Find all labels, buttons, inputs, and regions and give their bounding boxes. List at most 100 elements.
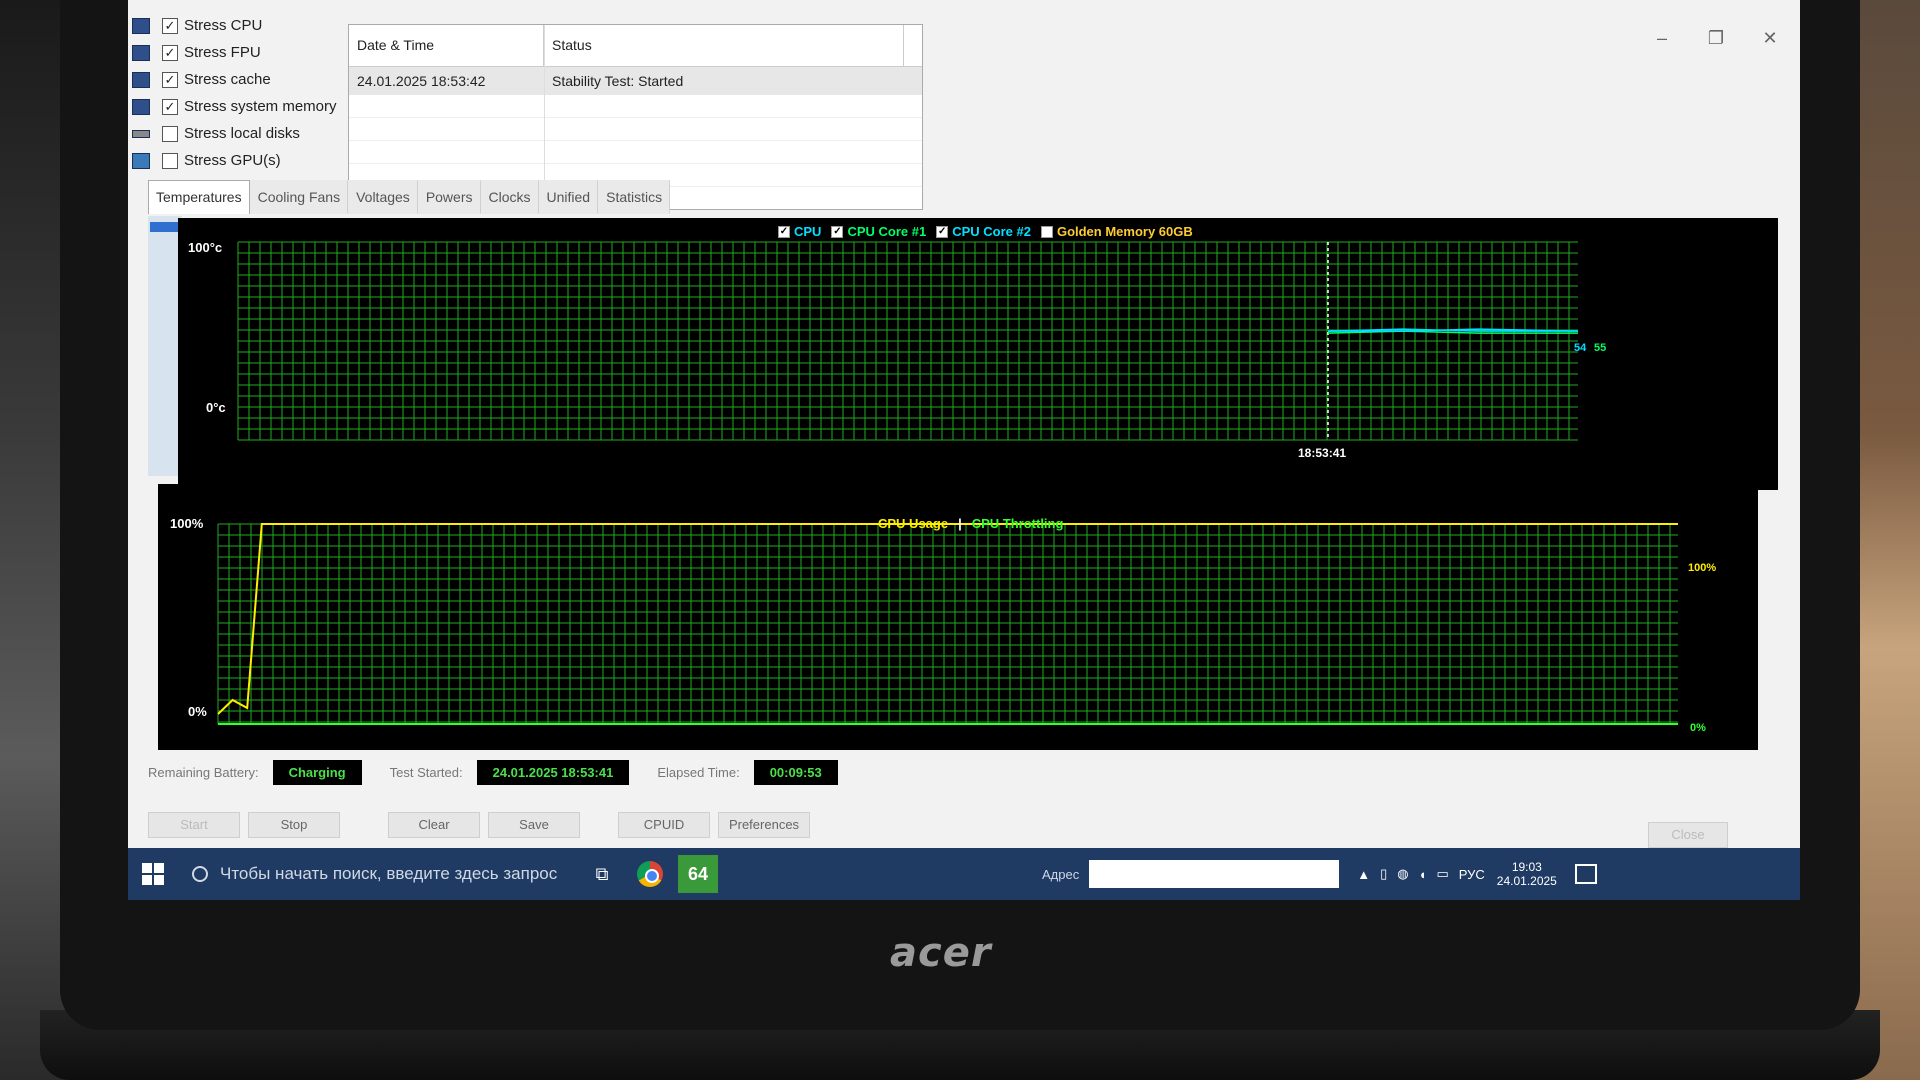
preferences-button[interactable]: Preferences [718, 812, 810, 838]
cache-icon [132, 71, 150, 88]
temperature-value-1: 54 [1574, 342, 1587, 354]
battery-icon[interactable]: ▭ [1436, 866, 1448, 882]
sensor-tree-selection[interactable] [150, 222, 180, 232]
temperature-value-2: 55 [1594, 342, 1607, 354]
clock-time: 19:03 [1511, 860, 1542, 874]
legend-separator: | [958, 516, 962, 531]
taskbar-search[interactable]: Чтобы начать поиск, введите здесь запрос [178, 848, 578, 900]
tab-unified[interactable]: Unified [538, 180, 599, 214]
stress-cache-label: Stress cache [184, 71, 271, 88]
language-indicator[interactable]: РУС [1459, 867, 1485, 882]
cpu-icon [132, 17, 150, 34]
stress-cache-checkbox[interactable]: ✓ [162, 71, 178, 88]
temperature-plot [237, 241, 1579, 441]
tab-voltages[interactable]: Voltages [348, 180, 418, 214]
laptop-logo: acer [890, 930, 992, 976]
stress-memory-option[interactable]: ✓ Stress system memory [132, 93, 352, 120]
status-bar: Remaining Battery: Charging Test Started… [148, 760, 866, 785]
search-icon [192, 866, 208, 882]
network-icon[interactable]: ◍ [1397, 866, 1408, 882]
elapsed-label: Elapsed Time: [657, 765, 740, 780]
fpu-icon [132, 44, 150, 61]
memory-icon [132, 98, 150, 115]
test-started-label: Test Started: [389, 765, 463, 780]
stress-cpu-option[interactable]: ✓ Stress CPU [132, 12, 352, 39]
save-button[interactable]: Save [488, 812, 580, 838]
chrome-app[interactable] [626, 848, 674, 900]
legend-cpu-checkbox[interactable]: ✓ [778, 225, 790, 238]
stop-button[interactable]: Stop [248, 812, 340, 838]
clear-button[interactable]: Clear [388, 812, 480, 838]
start-button[interactable]: Start [148, 812, 240, 838]
volume-icon[interactable]: ◖ [1419, 867, 1427, 882]
gpu-icon [132, 152, 150, 169]
tray-expand-icon[interactable]: ▲ [1357, 867, 1370, 882]
close-dialog-button[interactable]: Close [1648, 822, 1728, 848]
cpu-usage-grid [217, 523, 1678, 724]
maximize-button[interactable]: ❐ [1706, 28, 1726, 49]
temperature-y-max: 100°c [188, 240, 223, 255]
start-button-windows[interactable] [128, 848, 178, 900]
temperature-graph: 100°c 0°c ✓ CPU ✓ CPU Core #1 ✓ CPU Core #2… [178, 218, 1778, 490]
legend-item-core2[interactable]: ✓ CPU Core #2 [936, 224, 1031, 239]
address-input[interactable] [1089, 860, 1340, 888]
aida64-app[interactable]: 64 [674, 848, 722, 900]
stress-cache-option[interactable]: ✓ Stress cache [132, 66, 352, 93]
legend-memory-label: Golden Memory 60GB [1056, 224, 1193, 239]
system-tray: ▲ ▯ ◍ ◖ ▭ РУС [1357, 866, 1485, 882]
stress-memory-checkbox[interactable]: ✓ [162, 98, 178, 115]
close-button[interactable]: ✕ [1760, 28, 1780, 49]
tab-statistics[interactable]: Statistics [598, 180, 671, 214]
legend-item-core1[interactable]: ✓ CPU Core #1 [831, 224, 926, 239]
search-placeholder: Чтобы начать поиск, введите здесь запрос [220, 864, 558, 883]
log-row-datetime: 24.01.2025 18:53:42 [357, 73, 486, 89]
log-header-datetime[interactable]: Date & Time [349, 25, 544, 66]
legend-cpu-label: CPU [794, 224, 822, 239]
log-row[interactable]: 24.01.2025 18:53:42 Stability Test: Star… [349, 67, 922, 95]
taskbar-clock[interactable]: 19:03 24.01.2025 [1497, 860, 1557, 888]
legend-cpu-usage: CPU Usage [878, 516, 949, 531]
minimize-button[interactable]: – [1652, 28, 1672, 49]
tab-powers[interactable]: Powers [417, 180, 481, 214]
stress-fpu-checkbox[interactable]: ✓ [162, 44, 178, 61]
aida64-icon: 64 [678, 855, 718, 893]
cpu-legend: CPU Usage | CPU Throttling [878, 516, 1063, 531]
legend-core1-label: CPU Core #1 [847, 224, 927, 239]
legend-memory-checkbox[interactable] [1040, 225, 1053, 238]
stress-cpu-checkbox[interactable]: ✓ [162, 17, 178, 34]
stress-cpu-label: Stress CPU [184, 17, 263, 34]
clock-date: 24.01.2025 [1496, 874, 1557, 888]
stress-fpu-label: Stress FPU [184, 44, 261, 61]
log-row-status: Stability Test: Started [552, 73, 684, 89]
legend-item-cpu[interactable]: ✓ CPU [778, 224, 821, 239]
notification-icon[interactable] [1574, 864, 1597, 884]
cpu-throttling-value: 0% [1690, 722, 1706, 734]
action-buttons: Start Stop Clear Save CPUID Preferences … [148, 812, 1728, 848]
tab-clocks[interactable]: Clocks [480, 180, 539, 214]
chrome-icon [637, 861, 663, 887]
legend-item-memory[interactable]: Golden Memory 60GB [1040, 224, 1193, 239]
usb-icon[interactable]: ▯ [1380, 866, 1387, 882]
cpu-series-line-1 [217, 523, 1678, 715]
stress-disks-option[interactable]: Stress local disks [132, 120, 352, 147]
stress-disks-checkbox[interactable] [162, 125, 178, 142]
tab-cooling-fans[interactable]: Cooling Fans [249, 180, 349, 214]
sensor-tree-strip[interactable] [148, 216, 182, 476]
tab-temperatures[interactable]: Temperatures [148, 180, 250, 214]
cpu-y-min: 0% [188, 704, 207, 719]
legend-core1-checkbox[interactable]: ✓ [831, 225, 844, 238]
temperature-series [1327, 328, 1579, 334]
elapsed-value: 00:09:53 [753, 760, 838, 785]
cpu-y-max: 100% [170, 516, 204, 531]
stress-gpu-checkbox[interactable] [162, 152, 178, 169]
battery-value: Charging [272, 760, 362, 785]
cpuid-button[interactable]: CPUID [618, 812, 710, 838]
log-header-status[interactable]: Status [544, 25, 904, 66]
cpu-usage-series [217, 523, 1678, 725]
task-view-icon[interactable]: ⧉ [578, 848, 626, 900]
address-label: Адрес [1042, 866, 1080, 882]
legend-core2-checkbox[interactable]: ✓ [936, 225, 949, 238]
temperature-y-min: 0°c [206, 400, 226, 415]
stress-gpu-option[interactable]: Stress GPU(s) [132, 147, 352, 174]
stress-fpu-option[interactable]: ✓ Stress FPU [132, 39, 352, 66]
